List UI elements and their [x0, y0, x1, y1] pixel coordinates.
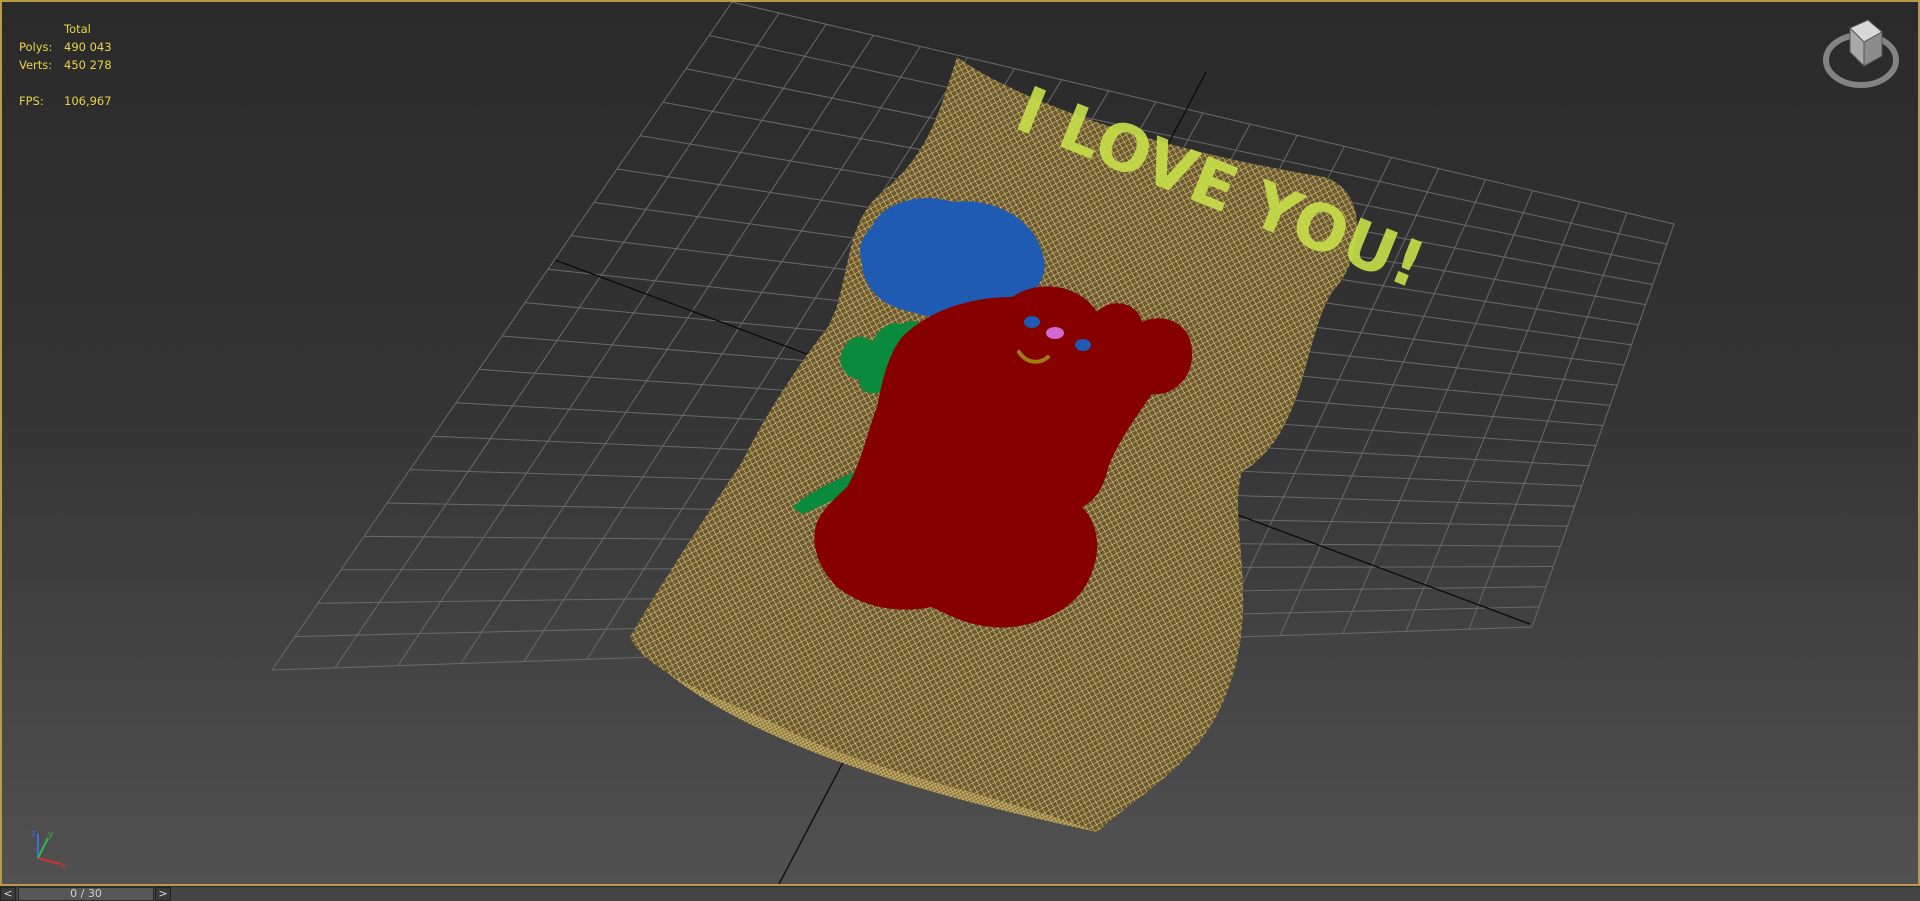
time-slider-bar[interactable]: < 0 / 30 >	[0, 886, 1920, 901]
scene-render[interactable]: I LOVE YOU!	[2, 2, 1918, 884]
axis-y-label: y	[48, 830, 54, 840]
prev-frame-button[interactable]: <	[0, 887, 16, 901]
fps-label: FPS:	[19, 94, 44, 108]
next-frame-button[interactable]: >	[155, 887, 171, 901]
stats-header: Total	[64, 22, 91, 36]
grid-line	[1531, 223, 1675, 628]
viewport-statistics: Total Polys: 490 043 Verts: 450 278 FPS: 10…	[19, 20, 112, 110]
axis-x-label: x	[61, 861, 67, 870]
axis-tripod-icon: z y x	[31, 829, 67, 870]
perspective-viewport[interactable]: I LOVE YOU! Total Polys: 490 043 Verts: 45…	[0, 0, 1920, 886]
time-slider[interactable]: 0 / 30	[18, 887, 154, 901]
verts-label: Verts:	[19, 58, 53, 72]
verts-value: 450 278	[64, 58, 112, 72]
fps-value: 106,967	[64, 94, 112, 108]
polys-value: 490 043	[64, 40, 112, 54]
polys-label: Polys:	[19, 40, 53, 54]
viewcube-icon[interactable]	[1820, 16, 1902, 92]
axis-z-label: z	[31, 829, 36, 839]
